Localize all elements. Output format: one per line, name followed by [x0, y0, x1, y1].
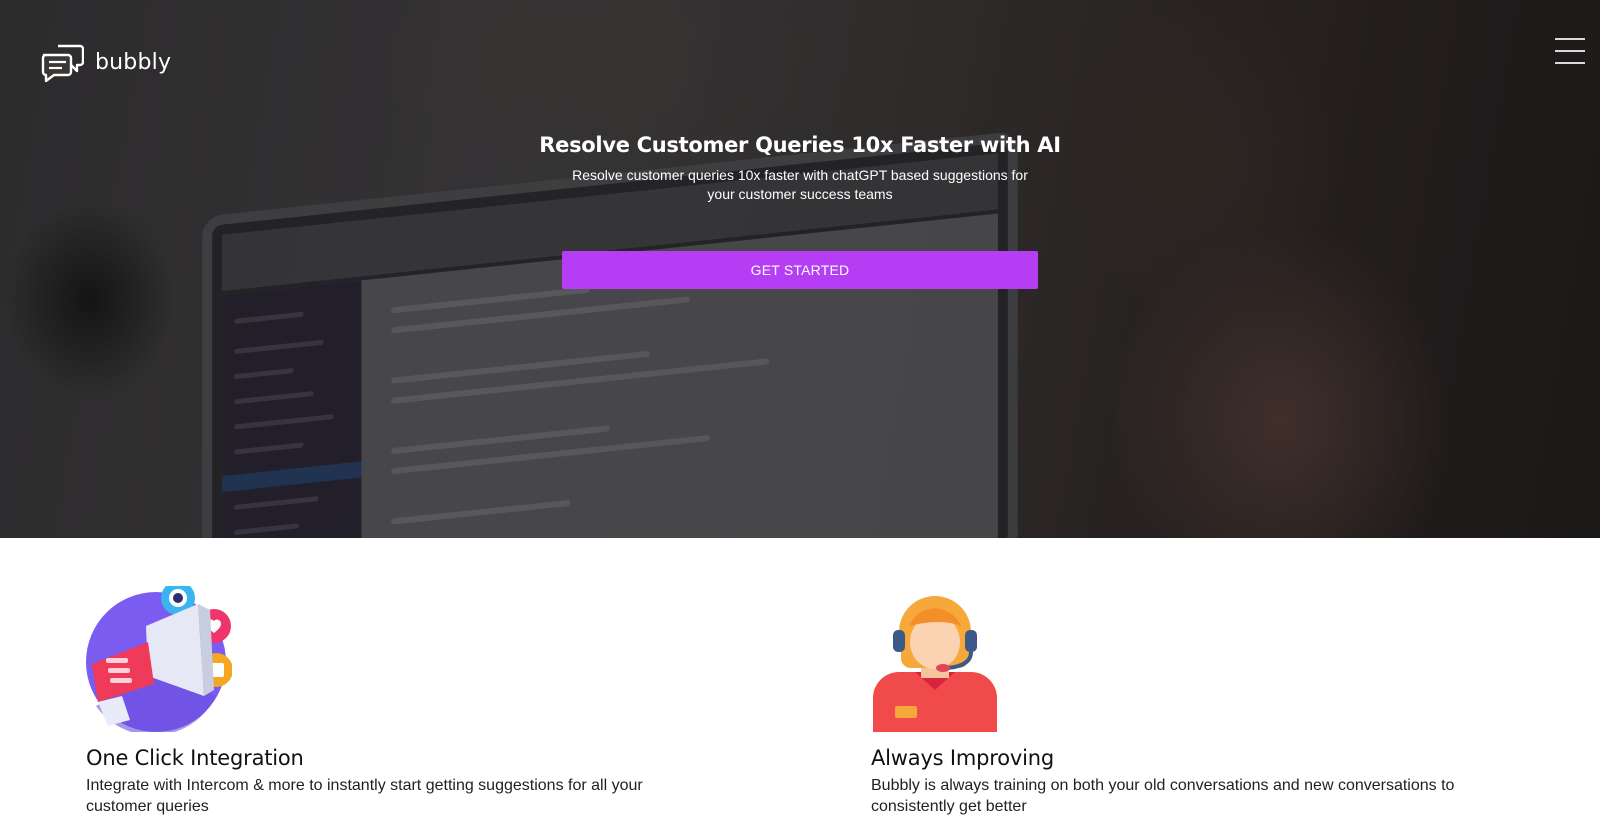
feature-title: One Click Integration	[86, 746, 304, 770]
feature-one-click-integration: One Click Integration Integrate with Int…	[86, 586, 726, 817]
feature-description: Bubbly is always training on both your o…	[871, 777, 1455, 815]
megaphone-icon	[86, 586, 726, 732]
chat-bubbles-icon	[40, 42, 84, 82]
feature-always-improving: Always Improving Bubbly is always traini…	[871, 586, 1511, 817]
support-agent-icon	[871, 586, 1511, 732]
hero-section: bubbly Resolve Customer Queries 10x Fast…	[0, 0, 1600, 538]
brand-name: bubbly	[95, 49, 172, 75]
hamburger-menu-icon[interactable]	[1555, 38, 1585, 68]
get-started-button[interactable]: GET STARTED	[562, 251, 1038, 289]
hero-title: Resolve Customer Queries 10x Faster with…	[539, 133, 1061, 157]
hero-subtitle: Resolve customer queries 10x faster with…	[572, 167, 1028, 202]
feature-title: Always Improving	[871, 746, 1054, 770]
feature-description: Integrate with Intercom & more to instan…	[86, 777, 643, 815]
features-section: One Click Integration Integrate with Int…	[0, 538, 1600, 834]
brand-logo[interactable]: bubbly	[40, 42, 171, 82]
